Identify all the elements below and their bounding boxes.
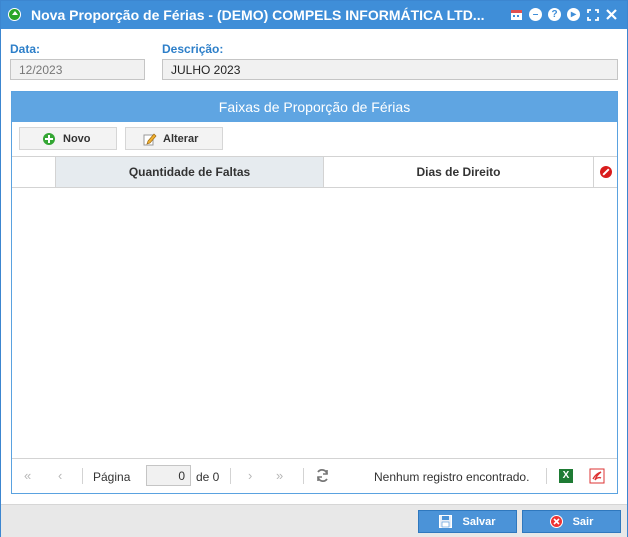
grid-header: Quantidade de Faltas Dias de Direito [12, 156, 617, 188]
last-page-icon[interactable]: » [276, 468, 283, 483]
next-icon[interactable]: ▸ [566, 7, 581, 22]
page-input[interactable]: 0 [146, 465, 191, 486]
novo-button[interactable]: Novo [19, 127, 117, 150]
exit-label: Sair [572, 515, 594, 528]
pagination-bar: « ‹ Página 0 de 0 › » Nenhum registro en… [12, 458, 617, 493]
row-number-header [12, 157, 56, 187]
first-page-icon[interactable]: « [24, 468, 31, 483]
app-icon [8, 8, 21, 21]
help-icon[interactable]: ? [547, 7, 562, 22]
close-icon[interactable] [604, 7, 619, 22]
dialog-footer: Salvar Sair [1, 504, 627, 537]
descricao-label: Descrição: [162, 42, 224, 56]
save-label: Salvar [462, 515, 496, 528]
data-field[interactable]: 12/2023 [10, 59, 145, 80]
save-icon [439, 515, 453, 528]
save-button[interactable]: Salvar [418, 510, 517, 533]
page-total: de 0 [196, 470, 220, 484]
delete-column-icon[interactable] [594, 157, 617, 187]
panel-title: Faixas de Proporção de Férias [12, 92, 617, 122]
prev-page-icon[interactable]: ‹ [58, 468, 62, 483]
pager-status: Nenhum registro encontrado. [374, 470, 530, 484]
calendar-icon[interactable] [509, 7, 524, 22]
window-title: Nova Proporção de Férias - (DEMO) COMPEL… [31, 7, 485, 23]
pdf-export-icon[interactable] [589, 468, 605, 487]
minimize-icon[interactable]: – [528, 7, 543, 22]
faixas-panel: Faixas de Proporção de Férias Novo Alter… [11, 91, 618, 494]
exit-icon [549, 515, 563, 528]
refresh-icon[interactable] [315, 468, 330, 486]
edit-icon [143, 132, 157, 146]
column-header-faltas[interactable]: Quantidade de Faltas [56, 157, 324, 187]
data-label: Data: [10, 42, 41, 56]
novo-label: Novo [63, 132, 91, 145]
page-label: Página [93, 470, 131, 484]
next-page-icon[interactable]: › [248, 468, 252, 483]
grid-toolbar: Novo Alterar [12, 122, 617, 156]
grid-body [12, 188, 617, 458]
excel-export-icon[interactable]: X [559, 469, 573, 483]
title-bar: Nova Proporção de Férias - (DEMO) COMPEL… [1, 1, 627, 29]
alterar-button[interactable]: Alterar [125, 127, 223, 150]
alterar-label: Alterar [163, 132, 199, 145]
add-icon [43, 132, 55, 145]
exit-button[interactable]: Sair [522, 510, 621, 533]
column-header-dias[interactable]: Dias de Direito [324, 157, 594, 187]
descricao-field[interactable]: JULHO 2023 [162, 59, 618, 80]
dialog-window: Nova Proporção de Férias - (DEMO) COMPEL… [0, 0, 628, 537]
maximize-icon[interactable] [585, 7, 600, 22]
